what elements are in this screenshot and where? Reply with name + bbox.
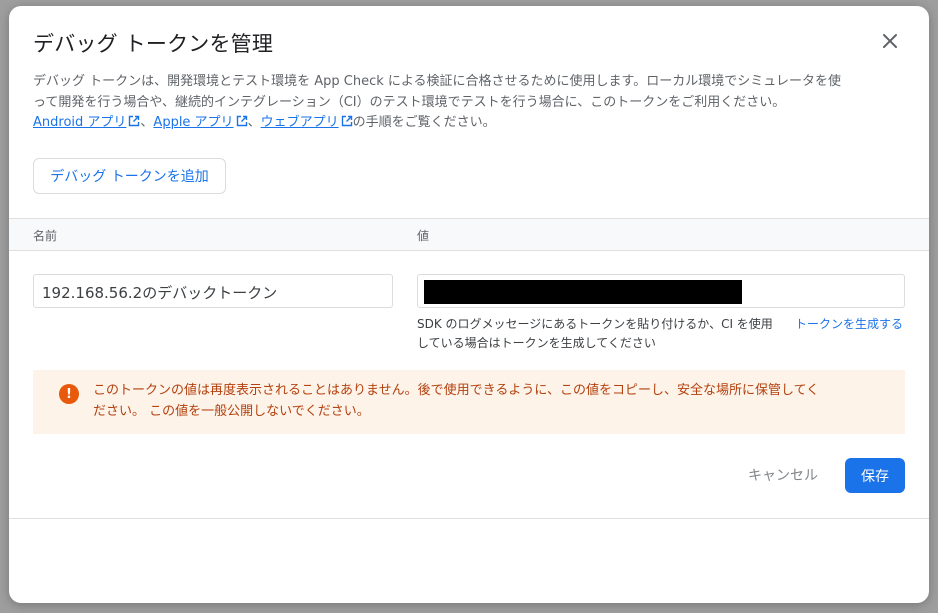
footer-divider: [9, 518, 929, 519]
column-header-value: 値: [417, 229, 430, 243]
add-debug-token-button[interactable]: デバッグ トークンを追加: [33, 158, 226, 194]
hint-line-2: している場合はトークンを生成してください: [417, 336, 656, 350]
description-line-2: って開発を行う場合や、継続的インテグレーション（CI）のテスト環境でテストを行う…: [33, 94, 786, 110]
error-icon: !: [59, 384, 79, 404]
warning-line-2: ださい。 この値を一般公開しないでください。: [93, 403, 370, 419]
token-table-header: 名前 値: [9, 218, 929, 251]
android-app-link[interactable]: Android アプリ: [33, 115, 140, 130]
platform-links-line: Android アプリ 、Apple アプリ 、ウェブアプリ の手順をご覧ください。: [33, 113, 903, 134]
redacted-token-value: [424, 280, 742, 304]
link-separator: 、: [140, 115, 154, 130]
apple-app-link[interactable]: Apple アプリ: [153, 115, 247, 130]
token-name-value: 192.168.56.2のデバックトークン: [42, 284, 278, 302]
web-app-link[interactable]: ウェブアプリ: [261, 115, 353, 130]
warning-banner: ! このトークンの値は再度表示されることはありません。後で使用できるように、この…: [33, 370, 905, 434]
external-link-icon: [236, 115, 247, 127]
description-line-1: デバッグ トークンは、開発環境とテスト環境を App Check による検証に合…: [33, 74, 841, 89]
close-icon: [883, 34, 897, 48]
save-button[interactable]: 保存: [845, 458, 905, 493]
token-value-input[interactable]: [417, 274, 905, 308]
warning-line-1: このトークンの値は再度表示されることはありません。後で使用できるように、この値を…: [93, 383, 820, 398]
link-separator: 、: [247, 115, 261, 130]
dialog-title: デバッグ トークンを管理: [33, 32, 274, 56]
warning-text: このトークンの値は再度表示されることはありません。後で使用できるように、この値を…: [93, 381, 893, 422]
links-suffix: の手順をご覧ください。: [352, 115, 496, 130]
generate-token-link[interactable]: トークンを生成する: [795, 315, 903, 334]
cancel-button[interactable]: キャンセル: [741, 458, 825, 492]
token-name-input[interactable]: 192.168.56.2のデバックトークン: [33, 274, 393, 308]
external-link-icon: [341, 115, 352, 127]
manage-debug-tokens-dialog: デバッグ トークンを管理 デバッグ トークンは、開発環境とテスト環境を App …: [9, 6, 929, 603]
token-value-hint: SDK のログメッセージにあるトークンを貼り付けるか、CI を使用 している場合…: [417, 315, 797, 353]
hint-line-1: SDK のログメッセージにあるトークンを貼り付けるか、CI を使用: [417, 317, 773, 331]
column-header-name: 名前: [33, 229, 58, 243]
close-button[interactable]: [877, 28, 903, 54]
external-link-icon: [129, 115, 140, 127]
dialog-description: デバッグ トークンは、開発環境とテスト環境を App Check による検証に合…: [33, 72, 903, 134]
